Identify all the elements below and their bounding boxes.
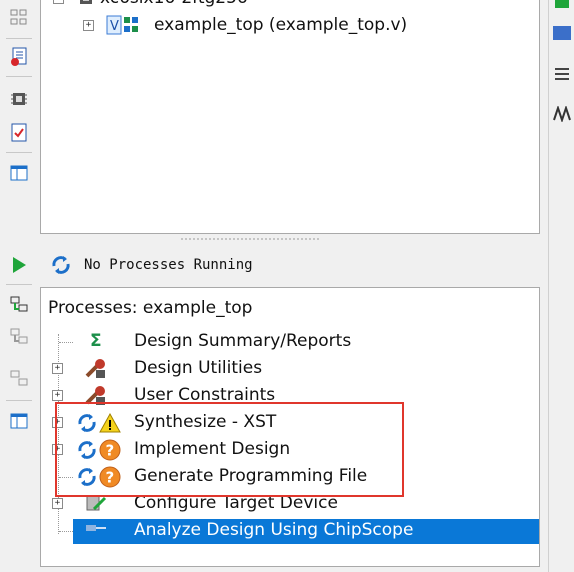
- toolbar-separator: [6, 284, 32, 285]
- process-label: User Constraints: [134, 385, 276, 405]
- toolbar-separator: [6, 76, 32, 77]
- device-config-icon: [86, 495, 107, 511]
- toolbar-separator: [6, 152, 32, 153]
- processes-title: Processes: example_top: [48, 298, 253, 318]
- check-doc-icon[interactable]: [8, 122, 30, 144]
- tree-line: [59, 531, 73, 532]
- process-item[interactable]: + ? Implement Design: [41, 437, 539, 463]
- tools-icon: [85, 386, 105, 405]
- panel-splitter[interactable]: [40, 234, 540, 242]
- expand-icon[interactable]: +: [83, 19, 94, 31]
- process-label: Generate Programming File: [134, 466, 368, 486]
- device-tree-item[interactable]: − xc6slx16-2ftg256: [53, 0, 248, 8]
- refresh-icon: [78, 414, 96, 432]
- right-toolbar: [548, 0, 574, 572]
- new-source-icon[interactable]: [8, 46, 30, 68]
- tools-icon: [85, 359, 105, 378]
- refresh-icon: [78, 441, 96, 459]
- device-label: xc6slx16-2ftg256: [100, 0, 248, 8]
- run-icon[interactable]: [8, 254, 30, 276]
- tree-line: [59, 342, 73, 343]
- process-label: Design Utilities: [134, 358, 263, 378]
- chip-icon[interactable]: [8, 88, 30, 110]
- hierarchy-icon[interactable]: [8, 6, 30, 28]
- svg-text:?: ?: [106, 469, 115, 487]
- list-icon[interactable]: [554, 66, 570, 86]
- svg-text:?: ?: [106, 442, 115, 460]
- expand-icon[interactable]: +: [52, 390, 63, 401]
- refresh-icon: [78, 468, 96, 486]
- library-icon[interactable]: [553, 26, 571, 40]
- question-icon: ?: [99, 439, 121, 461]
- window-layout-icon[interactable]: [8, 162, 30, 184]
- process-label: Implement Design: [134, 439, 291, 459]
- process-item[interactable]: Σ Design Summary/Reports: [41, 329, 539, 355]
- expand-icon[interactable]: +: [52, 444, 63, 455]
- top-module-label: example_top (example_top.v): [154, 15, 408, 35]
- hierarchy-panel: − xc6slx16-2ftg256 + V example_top (exam…: [40, 0, 540, 234]
- rerun-all-icon[interactable]: [8, 326, 30, 348]
- splitter-grip[interactable]: [180, 238, 320, 240]
- process-item[interactable]: + User Constraints: [41, 383, 539, 409]
- expand-icon[interactable]: +: [52, 417, 63, 428]
- refresh-icon: [52, 256, 70, 274]
- design-toolbar: [0, 0, 40, 240]
- sigma-icon: Σ: [90, 331, 102, 351]
- process-status-bar: No Processes Running: [40, 248, 540, 282]
- svg-text:V: V: [110, 19, 119, 34]
- expand-icon[interactable]: +: [52, 498, 63, 509]
- process-item[interactable]: + Design Utilities: [41, 356, 539, 382]
- chipscope-icon: [86, 525, 106, 531]
- expand-icon[interactable]: +: [52, 363, 63, 374]
- process-label: Configure Target Device: [134, 493, 338, 513]
- process-item[interactable]: + Configure Target Device: [41, 491, 539, 517]
- toolbar-separator: [6, 400, 32, 401]
- process-item-selected[interactable]: Analyze Design Using ChipScope: [41, 518, 539, 544]
- status-text: No Processes Running: [84, 257, 253, 273]
- process-toolbar: [0, 248, 40, 572]
- process-label: Synthesize - XST: [134, 412, 277, 432]
- toolbar-separator: [6, 38, 32, 39]
- question-icon: ?: [99, 466, 121, 488]
- processes-panel: Processes: example_top Σ Design Summary/…: [40, 287, 540, 567]
- stop-icon[interactable]: [8, 368, 30, 390]
- top-module-tree-item[interactable]: + V example_top (example_top.v): [83, 14, 407, 36]
- green-tool-icon[interactable]: [555, 0, 569, 8]
- process-item[interactable]: ? Generate Programming File: [41, 464, 539, 490]
- warning-icon: [99, 413, 121, 433]
- window-layout-icon[interactable]: [8, 410, 30, 432]
- verilog-module-icon: V: [106, 15, 138, 35]
- waveform-icon[interactable]: [553, 104, 571, 126]
- collapse-icon[interactable]: −: [53, 0, 64, 4]
- rerun-icon[interactable]: [8, 294, 30, 316]
- process-label: Design Summary/Reports: [134, 331, 352, 351]
- process-item[interactable]: + Synthesize - XST: [41, 410, 539, 436]
- device-icon: [80, 0, 92, 4]
- process-label: Analyze Design Using ChipScope: [134, 520, 414, 540]
- tree-line: [59, 477, 73, 478]
